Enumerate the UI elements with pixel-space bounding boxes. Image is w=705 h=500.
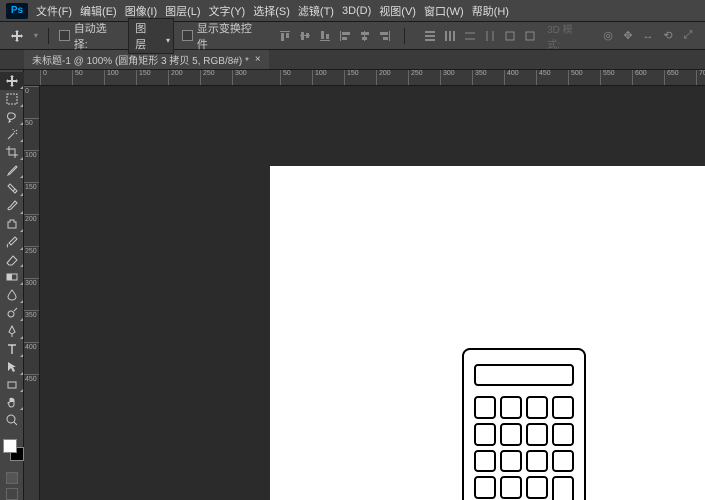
auto-select-label: 自动选择: bbox=[74, 20, 121, 52]
menu-3d[interactable]: 3D(D) bbox=[342, 5, 371, 17]
align-left-icon[interactable] bbox=[336, 27, 354, 45]
calc-key bbox=[526, 450, 548, 473]
marquee-tool[interactable] bbox=[0, 90, 24, 108]
clone-tool[interactable] bbox=[0, 215, 24, 233]
calc-key bbox=[500, 396, 522, 419]
blur-tool[interactable] bbox=[0, 286, 24, 304]
align-top-icon[interactable] bbox=[276, 27, 294, 45]
history-brush-tool[interactable] bbox=[0, 233, 24, 251]
dodge-tool[interactable] bbox=[0, 304, 24, 322]
distribute-1-icon[interactable] bbox=[421, 27, 439, 45]
healing-tool[interactable] bbox=[0, 179, 24, 197]
calc-key bbox=[526, 396, 548, 419]
align-controls bbox=[276, 27, 394, 45]
calculator-shape[interactable] bbox=[462, 348, 586, 500]
quick-mask-toggle[interactable] bbox=[0, 472, 23, 484]
calc-key bbox=[552, 423, 574, 446]
document-tab-title: 未标题-1 @ 100% (圆角矩形 3 拷贝 5, RGB/8#) * bbox=[32, 52, 249, 67]
eyedropper-tool[interactable] bbox=[0, 161, 24, 179]
move-tool-icon[interactable] bbox=[8, 27, 26, 45]
align-hcenter-icon[interactable] bbox=[356, 27, 374, 45]
gradient-tool[interactable] bbox=[0, 268, 24, 286]
distribute-4-icon[interactable] bbox=[481, 27, 499, 45]
show-transform-checkbox[interactable]: 显示变换控件 bbox=[182, 20, 262, 52]
mode-3d-controls: ◎ ✥ ↔ ⟲ ⤢ bbox=[599, 27, 697, 45]
menu-select[interactable]: 选择(S) bbox=[253, 3, 290, 19]
path-select-tool[interactable] bbox=[0, 358, 24, 376]
calc-key bbox=[474, 423, 496, 446]
distribute-5-icon[interactable] bbox=[501, 27, 519, 45]
eraser-tool[interactable] bbox=[0, 251, 24, 269]
brush-tool[interactable] bbox=[0, 197, 24, 215]
foreground-color[interactable] bbox=[3, 439, 17, 453]
distribute-controls bbox=[421, 27, 539, 45]
zoom-tool[interactable] bbox=[0, 411, 24, 429]
screen-mode-toggle[interactable] bbox=[0, 488, 23, 500]
color-swatches[interactable] bbox=[0, 437, 24, 464]
calc-key bbox=[500, 450, 522, 473]
move-tool[interactable] bbox=[0, 72, 24, 90]
canvas-area: 0 50 100 150 200 250 300 50 100 150 200 … bbox=[24, 70, 705, 500]
calculator-display bbox=[474, 364, 574, 386]
calc-key bbox=[552, 396, 574, 419]
menu-image[interactable]: 图像(I) bbox=[125, 3, 157, 19]
align-right-icon[interactable] bbox=[376, 27, 394, 45]
menu-type[interactable]: 文字(Y) bbox=[209, 3, 246, 19]
app-logo: Ps bbox=[6, 3, 28, 19]
hand-tool[interactable] bbox=[0, 393, 24, 411]
document-tab-bar: 未标题-1 @ 100% (圆角矩形 3 拷贝 5, RGB/8#) * × bbox=[0, 50, 705, 70]
3d-rotate-icon[interactable]: ⟲ bbox=[659, 27, 677, 45]
calc-key bbox=[474, 450, 496, 473]
menu-window[interactable]: 窗口(W) bbox=[424, 3, 464, 19]
rectangle-tool[interactable] bbox=[0, 376, 24, 394]
3d-scale-icon[interactable]: ⤢ bbox=[679, 27, 697, 45]
menu-help[interactable]: 帮助(H) bbox=[472, 3, 509, 19]
crop-tool[interactable] bbox=[0, 143, 24, 161]
align-bottom-icon[interactable] bbox=[316, 27, 334, 45]
calc-key bbox=[526, 423, 548, 446]
calc-key bbox=[474, 396, 496, 419]
artboard[interactable] bbox=[270, 166, 705, 500]
ruler-vertical[interactable]: 0 50 100 150 200 250 300 350 400 450 bbox=[24, 86, 40, 500]
calc-key bbox=[500, 476, 522, 499]
show-transform-label: 显示变换控件 bbox=[197, 20, 262, 52]
magic-wand-tool[interactable] bbox=[0, 126, 24, 144]
canvas-viewport[interactable] bbox=[40, 86, 705, 500]
menu-view[interactable]: 视图(V) bbox=[379, 3, 416, 19]
mode-3d-label: 3D 模式: bbox=[547, 21, 585, 51]
toolbox bbox=[0, 70, 24, 500]
align-vcenter-icon[interactable] bbox=[296, 27, 314, 45]
type-tool[interactable] bbox=[0, 340, 24, 358]
ruler-horizontal[interactable]: 0 50 100 150 200 250 300 50 100 150 200 … bbox=[24, 70, 705, 86]
menu-file[interactable]: 文件(F) bbox=[36, 3, 72, 19]
distribute-2-icon[interactable] bbox=[441, 27, 459, 45]
menu-filter[interactable]: 滤镜(T) bbox=[298, 3, 334, 19]
3d-orbit-icon[interactable]: ◎ bbox=[599, 27, 617, 45]
options-bar: ▾ 自动选择: 图层 显示变换控件 3D 模式: ◎ ✥ ↔ ⟲ ⤢ bbox=[0, 22, 705, 50]
pen-tool[interactable] bbox=[0, 322, 24, 340]
calc-key bbox=[474, 476, 496, 499]
calc-key bbox=[552, 450, 574, 473]
3d-pan-icon[interactable]: ✥ bbox=[619, 27, 637, 45]
close-tab-icon[interactable]: × bbox=[255, 54, 261, 65]
distribute-6-icon[interactable] bbox=[521, 27, 539, 45]
auto-select-checkbox[interactable]: 自动选择: bbox=[59, 20, 120, 52]
lasso-tool[interactable] bbox=[0, 108, 24, 126]
workspace: 0 50 100 150 200 250 300 50 100 150 200 … bbox=[0, 70, 705, 500]
3d-slide-icon[interactable]: ↔ bbox=[639, 27, 657, 45]
menu-edit[interactable]: 编辑(E) bbox=[80, 3, 117, 19]
calc-key bbox=[552, 476, 574, 500]
calc-key bbox=[500, 423, 522, 446]
calculator-keys bbox=[474, 396, 574, 500]
auto-select-dropdown[interactable]: 图层 bbox=[128, 18, 174, 54]
calc-key bbox=[526, 476, 548, 499]
menu-layer[interactable]: 图层(L) bbox=[165, 3, 200, 19]
distribute-3-icon[interactable] bbox=[461, 27, 479, 45]
